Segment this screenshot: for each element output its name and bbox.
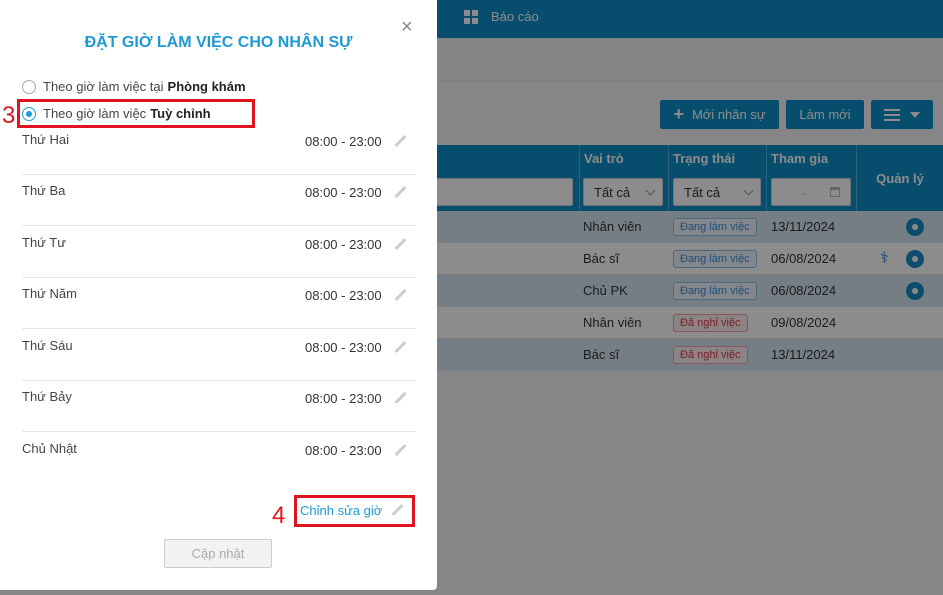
pencil-icon[interactable]	[393, 289, 407, 303]
day-name: Thứ Ba	[22, 183, 66, 198]
pencil-icon[interactable]	[393, 392, 407, 406]
day-name: Thứ Năm	[22, 286, 77, 301]
pencil-icon[interactable]	[393, 341, 407, 355]
annotation-step-3: 3	[2, 102, 16, 129]
day-row-saturday: Thứ Bảy 08:00 - 23:00	[22, 380, 416, 432]
day-name: Thứ Tư	[22, 235, 66, 250]
day-row-thursday: Thứ Năm 08:00 - 23:00	[22, 277, 416, 329]
pencil-icon[interactable]	[393, 238, 407, 252]
pencil-icon[interactable]	[393, 444, 407, 458]
day-name: Thứ Bảy	[22, 389, 72, 404]
day-time: 08:00 - 23:00	[305, 185, 382, 200]
annotation-box-step-4	[294, 495, 415, 527]
working-hours-modal: × ĐẶT GIỜ LÀM VIỆC CHO NHÂN SỰ Theo giờ …	[0, 0, 437, 590]
day-row-tuesday: Thứ Ba 08:00 - 23:00	[22, 174, 416, 226]
day-row-wednesday: Thứ Tư 08:00 - 23:00	[22, 226, 416, 278]
day-name: Thứ Sáu	[22, 338, 73, 353]
option-clinic-bold: Phòng khám	[167, 79, 246, 94]
pencil-icon[interactable]	[393, 186, 407, 200]
day-time: 08:00 - 23:00	[305, 134, 382, 149]
day-name: Chủ Nhật	[22, 441, 77, 456]
update-button[interactable]: Cập nhật	[164, 539, 272, 568]
day-time: 08:00 - 23:00	[305, 288, 382, 303]
day-time: 08:00 - 23:00	[305, 443, 382, 458]
day-time: 08:00 - 23:00	[305, 237, 382, 252]
day-time: 08:00 - 23:00	[305, 391, 382, 406]
pencil-icon[interactable]	[393, 135, 407, 149]
radio-clinic-hours[interactable]	[22, 79, 36, 94]
day-row-friday: Thứ Sáu 08:00 - 23:00	[22, 329, 416, 381]
day-time: 08:00 - 23:00	[305, 340, 382, 355]
day-name: Thứ Hai	[22, 132, 69, 147]
day-row-sunday: Chủ Nhật 08:00 - 23:00	[22, 432, 416, 484]
modal-title: ĐẶT GIỜ LÀM VIỆC CHO NHÂN SỰ	[84, 34, 353, 51]
option-clinic-prefix: Theo giờ làm việc tại	[43, 79, 164, 94]
day-row-monday: Thứ Hai 08:00 - 23:00	[22, 123, 416, 175]
option-clinic-hours[interactable]: Theo giờ làm việc tại Phòng khám	[22, 79, 246, 94]
annotation-step-4: 4	[272, 502, 286, 529]
